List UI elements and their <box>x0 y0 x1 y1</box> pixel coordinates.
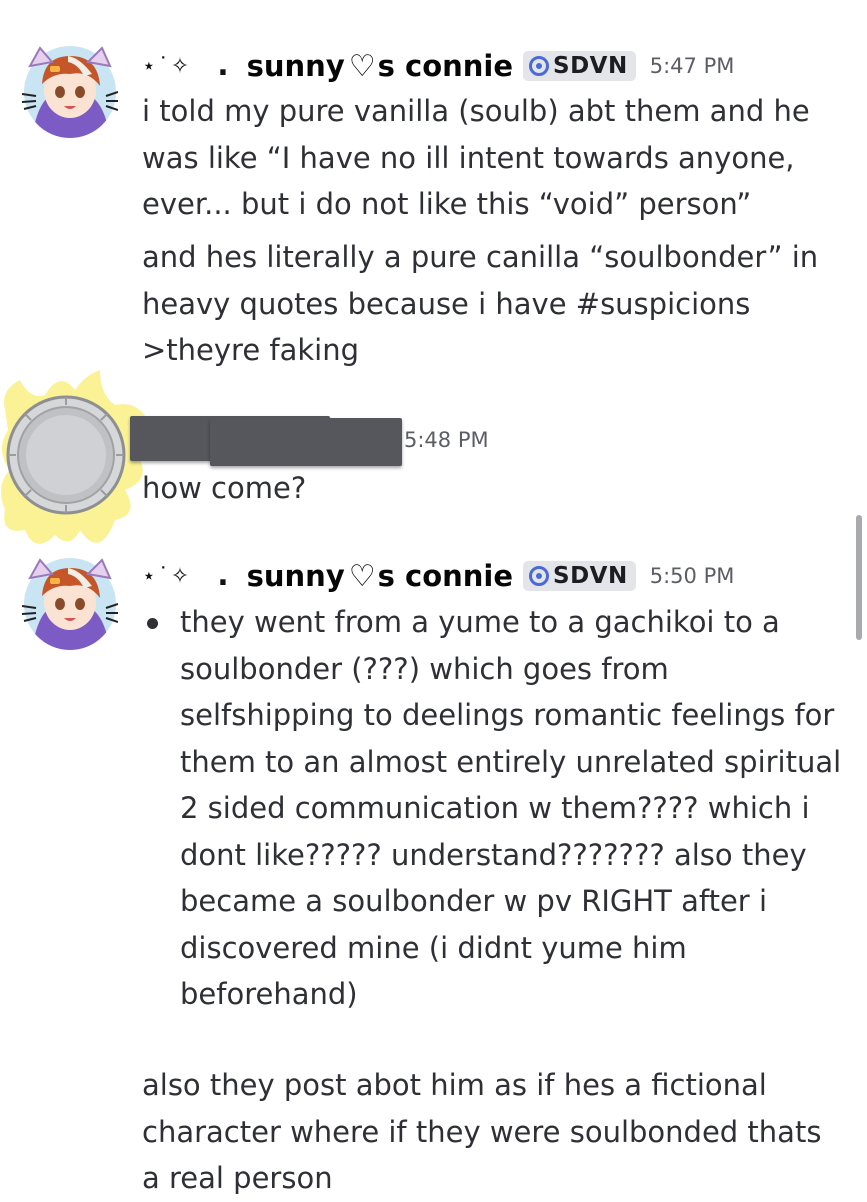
list-item: they went from a yume to a gachikoi to a… <box>142 599 842 1018</box>
username[interactable]: sunny <box>247 559 345 593</box>
username-suffix[interactable]: s connie <box>378 559 513 593</box>
user-avatar[interactable] <box>21 44 119 140</box>
message-timestamp: 5:47 PM <box>649 54 735 78</box>
username-heart: ♡ <box>348 48 376 84</box>
server-tag[interactable]: SDVN <box>523 51 636 81</box>
message-text: also they post abot him as if hes a fict… <box>142 1068 822 1195</box>
username-dot: . <box>217 558 229 593</box>
server-tag-label: SDVN <box>553 53 628 79</box>
server-tag-label: SDVN <box>553 563 628 589</box>
redacted-username <box>210 418 402 466</box>
message-text: how come? <box>142 471 307 505</box>
list-item-text: they went from a yume to a gachikoi to a… <box>180 605 842 1011</box>
username[interactable]: sunny <box>247 49 345 83</box>
username-sparkle: ⋆˙✧ <box>142 53 192 79</box>
user-avatar[interactable] <box>21 556 119 652</box>
message-header: ⋆˙✧ . sunny ♡ s connie SDVN 5:47 PM <box>142 46 734 86</box>
message-timestamp: 5:48 PM <box>404 428 489 452</box>
bullet-list: they went from a yume to a gachikoi to a… <box>142 599 842 1018</box>
scrollbar[interactable] <box>856 515 862 640</box>
role-tag-icon <box>529 566 550 586</box>
server-tag[interactable]: SDVN <box>523 561 636 591</box>
username-dot: . <box>217 48 229 83</box>
message-header: 5:48 PM <box>404 420 489 460</box>
username-sparkle: ⋆˙✧ <box>142 563 192 589</box>
username-suffix[interactable]: s connie <box>378 49 513 83</box>
role-tag-icon <box>529 56 550 76</box>
user-avatar[interactable] <box>0 370 150 560</box>
bullet-icon <box>147 618 158 629</box>
message-timestamp: 5:50 PM <box>649 564 735 588</box>
message-text: i told my pure vanilla (soulb) abt them … <box>142 94 810 221</box>
message-text: and hes literally a pure canilla “soulbo… <box>142 240 819 367</box>
message-header: ⋆˙✧ . sunny ♡ s connie SDVN 5:50 PM <box>142 556 734 596</box>
username-heart: ♡ <box>348 558 376 594</box>
